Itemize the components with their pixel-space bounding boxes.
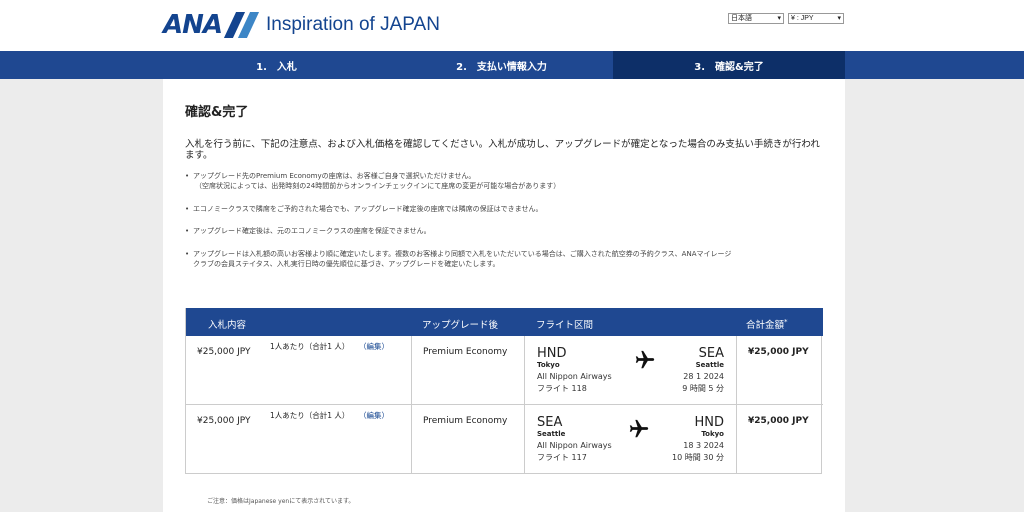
note-item: アップグレード確定後は、元のエコノミークラスの座席を保証できません。 bbox=[185, 226, 431, 236]
note-line: アップグレード確定後は、元のエコノミークラスの座席を保証できません。 bbox=[193, 227, 431, 235]
origin-code: SEA bbox=[537, 415, 563, 430]
destination-code: HND bbox=[694, 415, 724, 430]
logo-stripes-icon bbox=[223, 12, 260, 38]
bid-price: ¥25,000 JPY bbox=[197, 347, 251, 357]
currency-select[interactable]: ¥ : JPY ▾ bbox=[788, 13, 844, 24]
airplane-icon bbox=[629, 419, 649, 438]
logo-wordmark: ANA bbox=[163, 10, 223, 40]
main-panel: 確認&完了 入札を行う前に、下記の注意点、および入札価格を確認してください。入札… bbox=[163, 79, 845, 512]
bid-summary-table: 入札内容 アップグレード後 フライト区間 合計金額* ¥25,000 JPY 1… bbox=[185, 308, 823, 474]
header-total-label: 合計金額 bbox=[746, 320, 785, 331]
table-row: ¥25,000 JPY 1人あたり（合計1 人） （編集） Premium Ec… bbox=[186, 336, 823, 405]
header-upgrade: アップグレード後 bbox=[422, 320, 499, 331]
airplane-icon bbox=[635, 350, 655, 369]
chevron-down-icon: ▾ bbox=[777, 15, 781, 22]
chevron-down-icon: ▾ bbox=[837, 15, 841, 22]
site-header: ANA Inspiration of JAPAN 日本語 ▾ ¥ : JPY ▾ bbox=[0, 0, 1024, 51]
flight-number: フライト 117 bbox=[537, 453, 587, 462]
row-total: ¥25,000 JPY bbox=[748, 416, 809, 426]
edit-link[interactable]: （編集） bbox=[359, 410, 389, 421]
flight-duration: 10 時間 30 分 bbox=[672, 453, 724, 462]
step-payment: 2. 支払い情報入力 bbox=[456, 61, 547, 73]
destination-city: Tokyo bbox=[701, 430, 724, 438]
note-item: アップグレードは入札額の高いお客様より順に確定いたします。複数のお客様より同額で… bbox=[185, 249, 731, 269]
intro-text: 入札を行う前に、下記の注意点、および入札価格を確認してください。入札が成功し、ア… bbox=[185, 139, 820, 161]
flight-date: 18 3 2024 bbox=[683, 441, 724, 450]
bid-per-person: 1人あたり（合計1 人） bbox=[270, 342, 350, 351]
note-line: アップグレードは入札額の高いお客様より順に確定いたします。複数のお客様より同額で… bbox=[193, 250, 732, 258]
page-title: 確認&完了 bbox=[185, 105, 249, 120]
destination-code: SEA bbox=[698, 346, 724, 361]
origin-code: HND bbox=[537, 346, 567, 361]
note-item: アップグレード先のPremium Economyの座席は、お客様ご自身で選択いた… bbox=[185, 171, 560, 191]
origin-city: Seattle bbox=[537, 430, 566, 438]
flight-duration: 9 時間 5 分 bbox=[682, 384, 724, 393]
step-bar-left bbox=[0, 51, 163, 79]
upgrade-class: Premium Economy bbox=[423, 347, 508, 357]
bid-per-person: 1人あたり（合計1 人） bbox=[270, 411, 350, 420]
header-total-mark: * bbox=[784, 317, 788, 326]
logo-tagline: Inspiration of JAPAN bbox=[266, 14, 440, 35]
origin-city: Tokyo bbox=[537, 361, 560, 369]
bid-price: ¥25,000 JPY bbox=[197, 416, 251, 426]
language-select-value: 日本語 bbox=[731, 15, 752, 22]
note-item: エコノミークラスで隣席をご予約された場合でも、アップグレード確定後の座席では隣席… bbox=[185, 204, 542, 214]
ana-logo[interactable]: ANA Inspiration of JAPAN bbox=[163, 10, 440, 40]
row-total: ¥25,000 JPY bbox=[748, 347, 809, 357]
currency-select-value: ¥ : JPY bbox=[791, 15, 814, 22]
header-bid: 入札内容 bbox=[208, 320, 247, 331]
note-line: （空席状況によっては、出発時刻の24時間前からオンラインチェックインにて座席の変… bbox=[195, 182, 561, 190]
table-header: 入札内容 アップグレード後 フライト区間 合計金額* bbox=[186, 308, 823, 336]
step-confirm: 3. 確認&完了 bbox=[613, 51, 845, 79]
step-bar: 1. 入札 2. 支払い情報入力 3. 確認&完了 bbox=[163, 51, 845, 79]
airline-name: All Nippon Airways bbox=[537, 441, 612, 450]
flight-date: 28 1 2024 bbox=[683, 372, 724, 381]
header-flight: フライト区間 bbox=[536, 320, 594, 331]
step-bid: 1. 入札 bbox=[256, 61, 297, 73]
airline-name: All Nippon Airways bbox=[537, 372, 612, 381]
upgrade-class: Premium Economy bbox=[423, 416, 508, 426]
edit-link[interactable]: （編集） bbox=[359, 341, 389, 352]
table-row: ¥25,000 JPY 1人あたり（合計1 人） （編集） Premium Ec… bbox=[186, 405, 823, 474]
header-total: 合計金額* bbox=[746, 317, 788, 331]
destination-city: Seattle bbox=[695, 361, 724, 369]
currency-footnote: ご注意：価格はJapanese yenにて表示されています。 bbox=[207, 498, 355, 505]
flight-number: フライト 118 bbox=[537, 384, 587, 393]
language-select[interactable]: 日本語 ▾ bbox=[728, 13, 784, 24]
step-bar-right bbox=[845, 51, 1024, 79]
note-line: クラブの会員ステイタス、入札実行日時の優先順位に基づき、アップグレードを確定いた… bbox=[193, 260, 500, 268]
note-line: アップグレード先のPremium Economyの座席は、お客様ご自身で選択いた… bbox=[193, 172, 476, 180]
note-line: エコノミークラスで隣席をご予約された場合でも、アップグレード確定後の座席では隣席… bbox=[193, 205, 543, 213]
